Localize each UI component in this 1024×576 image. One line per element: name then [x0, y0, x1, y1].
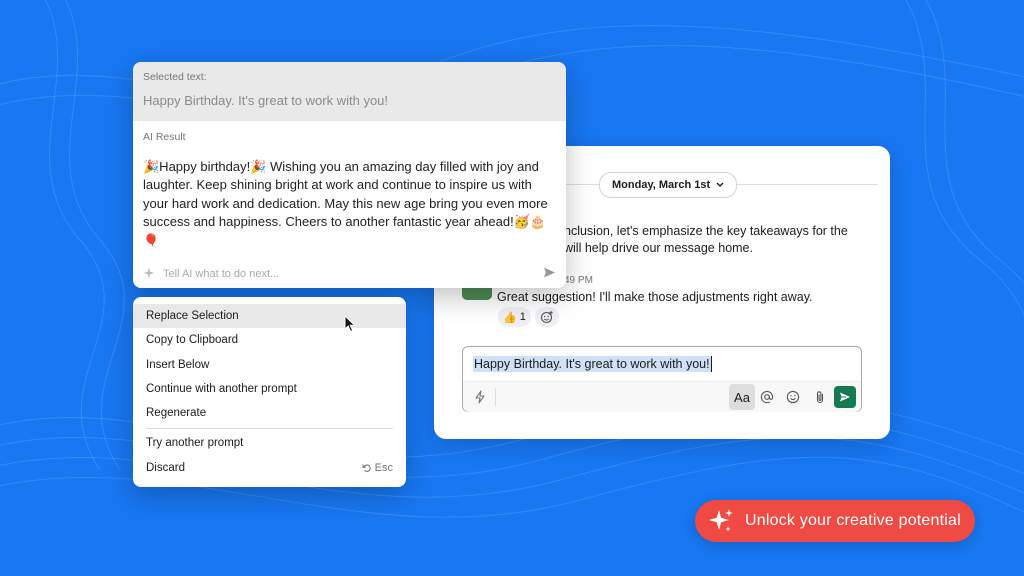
composer-input[interactable]: Happy Birthday. It's great to work with … [473, 356, 712, 372]
date-pill[interactable]: Monday, March 1st [599, 172, 738, 198]
message-timestamp: 49 PM [564, 275, 593, 286]
smiley-icon [786, 390, 800, 404]
ai-prompt-input[interactable] [161, 264, 535, 284]
attach-button[interactable] [809, 386, 831, 408]
ai-result-label: AI Result [143, 131, 186, 143]
selected-text: Happy Birthday. It's great to work with … [143, 93, 389, 108]
message-composer[interactable]: Happy Birthday. It's great to work with … [462, 346, 862, 412]
menu-item-label: Insert Below [146, 359, 210, 371]
message-text-line1: nclusion, let's emphasize the key takeaw… [564, 224, 848, 238]
menu-item-label: Regenerate [146, 407, 207, 419]
toolbar-divider [495, 388, 496, 406]
menu-item-try-another-prompt[interactable]: Try another prompt [133, 431, 406, 455]
message-text: Great suggestion! I'll make those adjust… [497, 290, 813, 304]
reaction-thumbs-up[interactable]: 👍 1 [498, 307, 531, 327]
menu-item-regenerate[interactable]: Regenerate [133, 401, 406, 425]
date-label: Monday, March 1st [612, 179, 711, 191]
menu-item-label: Try another prompt [146, 437, 244, 449]
send-prompt-icon[interactable] [543, 266, 556, 279]
add-reaction-button[interactable] [535, 307, 559, 327]
menu-item-label: Copy to Clipboard [146, 334, 239, 346]
cta-label: Unlock your creative potential [745, 512, 961, 529]
send-button[interactable] [834, 386, 856, 408]
menu-item-label: Replace Selection [146, 310, 239, 322]
menu-item-discard[interactable]: Discard Esc [133, 456, 406, 480]
menu-item-label: Discard [146, 462, 185, 474]
mouse-cursor-icon [344, 315, 356, 333]
at-icon [760, 390, 774, 404]
undo-icon [362, 464, 371, 472]
paperclip-icon [816, 391, 824, 404]
sparkle-icon [143, 267, 155, 279]
reaction-count: 1 [519, 311, 526, 323]
sparkles-icon [709, 509, 733, 532]
menu-item-replace-selection[interactable]: Replace Selection [133, 304, 406, 328]
menu-item-label: Continue with another prompt [146, 383, 297, 395]
lightning-icon [475, 390, 485, 404]
message-text-line2: will help drive our message home. [564, 241, 753, 255]
shortcut-label: Esc [374, 462, 393, 474]
chevron-down-icon [716, 182, 724, 187]
ai-result-text: 🎉Happy birthday!🎉 Wishing you an amazing… [143, 159, 548, 248]
formatting-button[interactable]: Aa [729, 384, 755, 410]
menu-divider [146, 428, 393, 429]
send-icon [840, 392, 850, 402]
selected-text-label: Selected text: [143, 71, 207, 83]
shortcuts-button[interactable] [469, 386, 491, 408]
menu-item-copy-to-clipboard[interactable]: Copy to Clipboard [133, 328, 406, 352]
menu-item-insert-below[interactable]: Insert Below [133, 353, 406, 377]
menu-item-continue-prompt[interactable]: Continue with another prompt [133, 377, 406, 401]
ai-action-menu: Replace Selection Copy to Clipboard Inse… [133, 297, 406, 487]
emoji-button[interactable] [782, 386, 804, 408]
cta-button[interactable]: Unlock your creative potential [695, 500, 975, 542]
composer-toolbar: Aa [463, 381, 861, 412]
discard-shortcut: Esc [362, 462, 393, 474]
add-emoji-icon [540, 311, 553, 324]
ai-result-panel: Selected text: Happy Birthday. It's grea… [133, 62, 566, 288]
selected-text-section: Selected text: Happy Birthday. It's grea… [133, 62, 566, 121]
prompt-row [133, 262, 566, 286]
mention-button[interactable] [756, 386, 778, 408]
thumbs-up-icon: 👍 [503, 311, 517, 324]
